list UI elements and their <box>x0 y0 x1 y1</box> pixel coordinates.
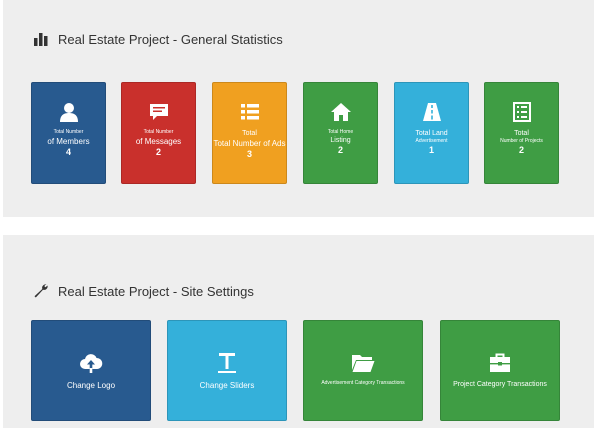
land-line1: Total Land <box>415 130 448 137</box>
messages-stat-tile[interactable]: Total Number of Messages 2 <box>121 82 196 184</box>
road-icon <box>422 103 441 121</box>
members-count: 4 <box>65 147 71 157</box>
cloud-upload-icon <box>80 354 103 373</box>
document-icon <box>512 102 531 122</box>
settings-title: Real Estate Project - Site Settings <box>33 283 254 299</box>
bar-chart-icon <box>34 33 48 46</box>
ads-count: 3 <box>246 149 252 159</box>
ads-stat-tile[interactable]: Total Total Number of Ads 3 <box>212 82 287 184</box>
ads-line2: Total Number of Ads <box>213 139 286 148</box>
change-sliders-label: Change Sliders <box>199 381 255 390</box>
projects-line1: Total <box>514 130 529 137</box>
briefcase-icon <box>490 353 510 372</box>
change-sliders-tile[interactable]: Change Sliders <box>167 320 287 421</box>
advertisement-category-label: Advertisement Category Transactions <box>321 380 405 386</box>
home-listing-stat-tile[interactable]: Total Home Listing 2 <box>303 82 378 184</box>
change-logo-label: Change Logo <box>66 381 116 390</box>
folder-open-icon <box>352 355 375 372</box>
statistics-title-text: Real Estate Project - General Statistics <box>58 31 283 47</box>
members-stat-tile[interactable]: Total Number of Members 4 <box>31 82 106 184</box>
project-category-label: Project Category Transactions <box>453 381 547 388</box>
messages-line1: Total Number <box>143 129 174 135</box>
land-count: 1 <box>428 145 434 155</box>
project-category-tile[interactable]: Project Category Transactions <box>440 320 560 421</box>
advertisement-category-tile[interactable]: Advertisement Category Transactions <box>303 320 423 421</box>
messages-count: 2 <box>155 147 161 157</box>
list-icon <box>240 104 259 120</box>
wrench-icon <box>34 284 48 298</box>
projects-stat-tile[interactable]: Total Number of Projects 2 <box>484 82 559 184</box>
members-line2: of Members <box>47 137 90 146</box>
projects-line2: Number of Projects <box>500 138 543 144</box>
message-icon <box>149 104 168 120</box>
ads-line1: Total <box>242 130 257 137</box>
home-count: 2 <box>337 145 343 155</box>
settings-title-text: Real Estate Project - Site Settings <box>58 283 254 299</box>
projects-count: 2 <box>518 145 524 155</box>
statistics-title: Real Estate Project - General Statistics <box>33 31 283 47</box>
change-logo-tile[interactable]: Change Logo <box>31 320 151 421</box>
user-icon <box>59 103 78 122</box>
home-icon <box>330 103 351 121</box>
messages-line2: of Messages <box>135 137 182 146</box>
home-line2: Listing <box>330 137 351 144</box>
members-line1: Total Number <box>53 129 84 135</box>
home-line1: Total Home <box>327 129 354 135</box>
text-icon <box>218 353 236 373</box>
land-advertisement-stat-tile[interactable]: Total Land Advertisement 1 <box>394 82 469 184</box>
land-line2: Advertisement <box>415 138 448 144</box>
